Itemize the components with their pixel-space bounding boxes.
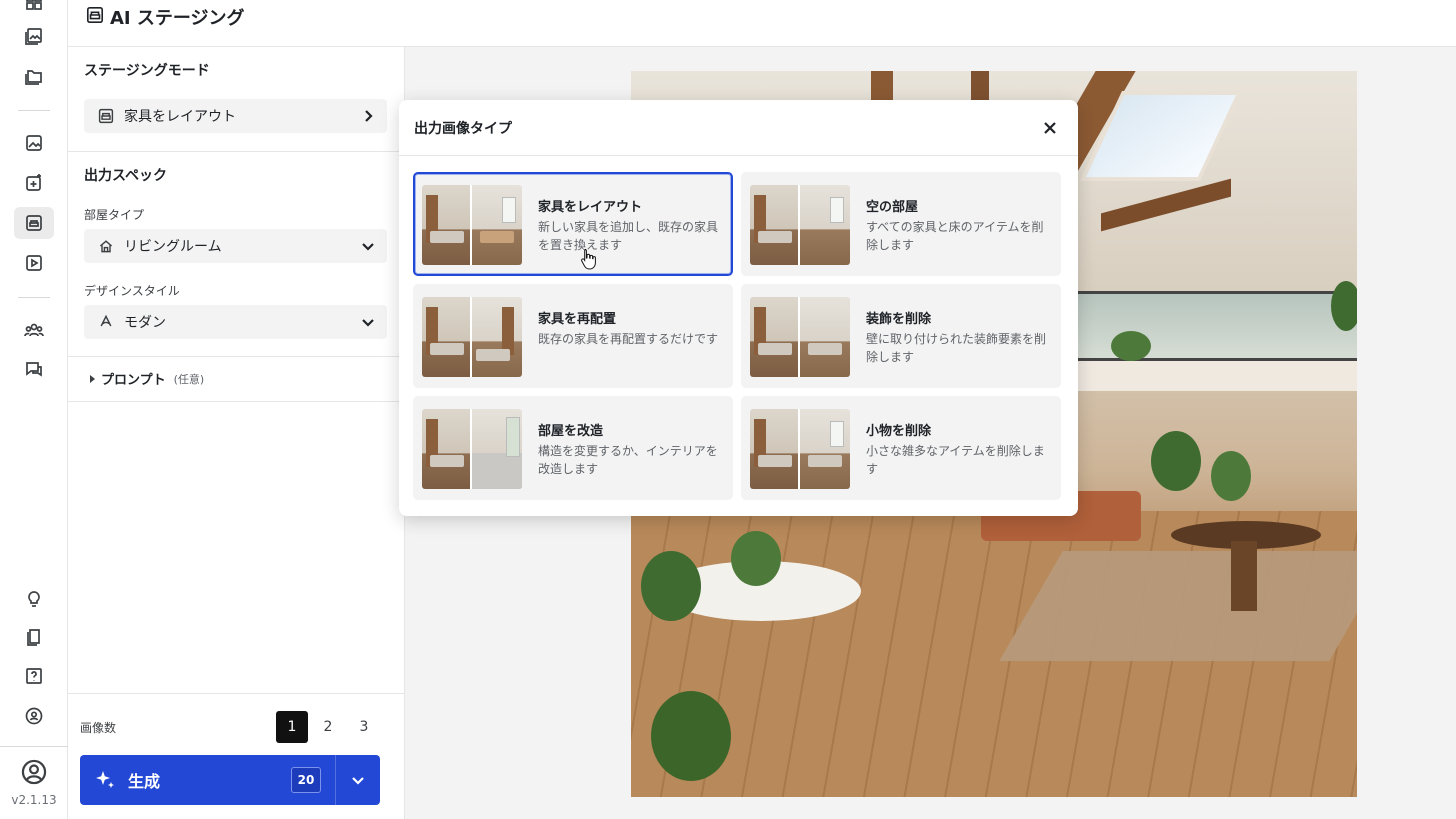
modal-title: 出力画像タイプ [414, 121, 512, 137]
output-type-modal: 出力画像タイプ 家具をレイアウト 新しい家具を追加し、既存の家具を置き換えます … [399, 100, 1078, 516]
option-thumbnail [422, 409, 522, 489]
version-label: v2.1.13 [11, 793, 57, 807]
generate-button[interactable]: 生成 20 [80, 755, 380, 805]
profile-icon[interactable] [14, 756, 54, 788]
team-icon[interactable] [14, 314, 54, 346]
close-button[interactable] [1038, 116, 1062, 140]
caret-right-icon [90, 374, 95, 383]
video-icon[interactable] [14, 247, 54, 279]
option-desc: 壁に取り付けられた装飾要素を削除します [866, 332, 1047, 364]
option-title: 小物を削除 [866, 424, 932, 439]
lightbulb-icon[interactable] [14, 584, 54, 616]
book-icon[interactable] [14, 621, 54, 653]
image-count-label: 画像数 [80, 721, 117, 735]
option-thumbnail [750, 409, 850, 489]
option-thumbnail [422, 185, 522, 265]
room-type-label: 部屋タイプ [84, 208, 145, 222]
page-title: AI ステージング [86, 4, 245, 30]
chevron-down-icon [361, 239, 375, 253]
image-count-option-2[interactable]: 2 [312, 711, 344, 743]
sparkle-icon [94, 769, 116, 791]
icon-rail: v2.1.13 [0, 0, 68, 819]
home-icon [98, 238, 114, 254]
chevron-down-icon [352, 777, 364, 785]
grid-icon[interactable] [14, 0, 54, 18]
output-spec-title: 出力スペック [84, 168, 168, 184]
image-count-option-1[interactable]: 1 [276, 711, 308, 743]
staging-mode-title: ステージングモード [84, 63, 210, 79]
option-title: 家具をレイアウト [538, 200, 643, 215]
page-title-text: AI ステージング [110, 8, 245, 29]
option-empty-room[interactable]: 空の部屋 すべての家具と床のアイテムを削除します [741, 172, 1061, 276]
option-desc: 構造を変更するか、インテリアを改造します [538, 444, 718, 476]
help-icon[interactable] [14, 660, 54, 692]
option-title: 部屋を改造 [538, 424, 604, 439]
chat-icon[interactable] [14, 354, 54, 386]
design-style-label: デザインスタイル [84, 284, 180, 298]
option-title: 空の部屋 [866, 200, 919, 215]
settings-panel: ステージングモード 家具をレイアウト 出力スペック 部屋タイプ リビングルーム … [68, 47, 405, 819]
design-style-select[interactable]: モダン [84, 305, 387, 339]
prompt-optional-label: (任意) [173, 372, 205, 386]
generate-label: 生成 [128, 772, 161, 791]
room-type-value: リビングルーム [124, 239, 222, 255]
credits-badge: 20 [291, 767, 321, 793]
chevron-down-icon [361, 315, 375, 329]
image-icon[interactable] [14, 127, 54, 159]
option-desc: すべての家具と床のアイテムを削除します [866, 220, 1044, 252]
option-renovate[interactable]: 部屋を改造 構造を変更するか、インテリアを改造します [413, 396, 733, 500]
option-desc: 小さな雑多なアイテムを削除します [866, 444, 1045, 476]
generate-options-dropdown[interactable] [336, 773, 380, 787]
option-title: 装飾を削除 [866, 312, 932, 327]
staging-icon[interactable] [14, 207, 54, 239]
design-style-value: モダン [124, 315, 166, 331]
image-count-option-3[interactable]: 3 [348, 711, 380, 743]
image-plus-icon[interactable] [14, 167, 54, 199]
option-remove-decor[interactable]: 装飾を削除 壁に取り付けられた装飾要素を削除します [741, 284, 1061, 388]
option-thumbnail [422, 297, 522, 377]
staging-icon [86, 6, 104, 29]
room-type-select[interactable]: リビングルーム [84, 229, 387, 263]
palette-icon [98, 314, 114, 330]
option-desc: 既存の家具を再配置するだけです [538, 332, 719, 346]
modal-header: 出力画像タイプ [399, 100, 1078, 156]
gallery-icon[interactable] [14, 20, 54, 52]
folder-icon[interactable] [14, 60, 54, 92]
staging-mode-value: 家具をレイアウト [124, 109, 236, 125]
option-desc: 新しい家具を追加し、既存の家具を置き換えます [538, 220, 719, 252]
prompt-label: プロンプト [101, 373, 166, 388]
top-header: AI ステージング [68, 0, 1456, 47]
option-rearrange[interactable]: 家具を再配置 既存の家具を再配置するだけです [413, 284, 733, 388]
close-icon [1044, 122, 1056, 134]
account-badge-icon[interactable] [14, 700, 54, 732]
option-thumbnail [750, 297, 850, 377]
hand-cursor-icon [580, 248, 596, 270]
prompt-toggle[interactable]: プロンプト (任意) [90, 369, 204, 388]
option-thumbnail [750, 185, 850, 265]
image-count-selector: 1 2 3 [276, 711, 380, 743]
staging-icon [98, 108, 114, 124]
staging-mode-select[interactable]: 家具をレイアウト [84, 99, 387, 133]
chevron-right-icon [361, 109, 375, 123]
option-title: 家具を再配置 [538, 312, 617, 327]
option-furnish[interactable]: 家具をレイアウト 新しい家具を追加し、既存の家具を置き換えます [413, 172, 733, 276]
option-declutter[interactable]: 小物を削除 小さな雑多なアイテムを削除します [741, 396, 1061, 500]
